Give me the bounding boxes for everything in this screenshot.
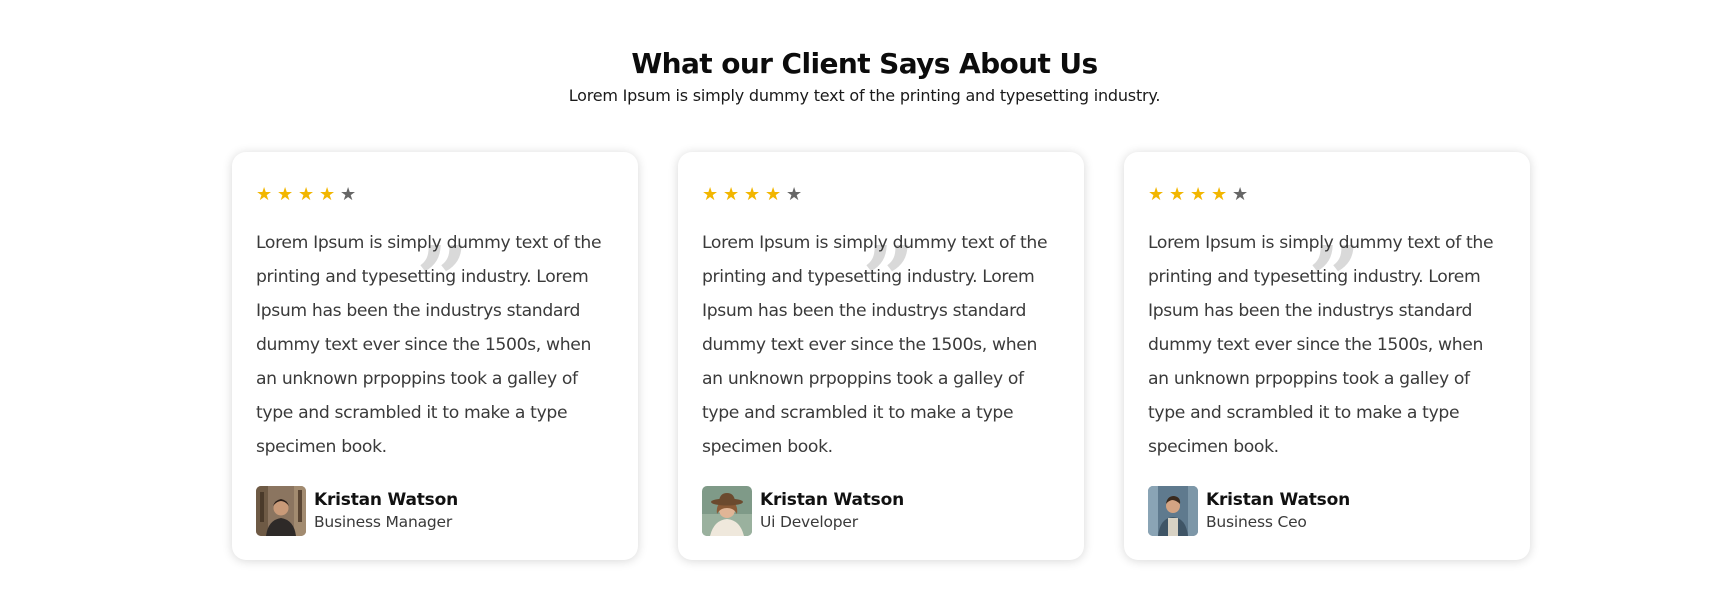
star-icon: ★ [256, 184, 273, 205]
avatar [702, 486, 752, 536]
star-icon: ★ [1190, 184, 1207, 205]
star-rating: ★ ★ ★ ★ ★ [1148, 186, 1508, 204]
star-icon: ★ [1232, 184, 1249, 205]
author: Kristan Watson Business Manager [256, 486, 458, 536]
star-rating: ★ ★ ★ ★ ★ [256, 186, 616, 204]
testimonial-list: ★ ★ ★ ★ ★ ” Lorem Ipsum is simply dummy text… [232, 152, 1530, 560]
testimonial-card: ★ ★ ★ ★ ★ ” Lorem Ipsum is simply dummy text… [678, 152, 1084, 560]
star-icon: ★ [298, 184, 315, 205]
star-icon: ★ [319, 184, 336, 205]
author: Kristan Watson Business Ceo [1148, 486, 1350, 536]
testimonial-card: ★ ★ ★ ★ ★ ” Lorem Ipsum is simply dummy text… [232, 152, 638, 560]
author-name: Kristan Watson [760, 490, 904, 510]
author-role: Business Manager [314, 513, 453, 531]
star-icon: ★ [1169, 184, 1186, 205]
star-icon: ★ [340, 184, 357, 205]
author-name: Kristan Watson [1206, 490, 1350, 510]
section-header: What our Client Says About Us Lorem Ipsu… [0, 44, 1729, 108]
section-title: What our Client Says About Us [631, 47, 1098, 80]
author-role: Ui Developer [760, 513, 858, 531]
star-icon: ★ [277, 184, 294, 205]
section-subtitle: Lorem Ipsum is simply dummy text of the … [568, 86, 1161, 105]
star-icon: ★ [765, 184, 782, 205]
review: ” Lorem Ipsum is simply dummy text of th… [702, 226, 1062, 464]
review-text: Lorem Ipsum is simply dummy text of the … [702, 233, 1048, 457]
star-icon: ★ [702, 184, 719, 205]
star-icon: ★ [1148, 184, 1165, 205]
author-role: Business Ceo [1206, 513, 1307, 531]
star-icon: ★ [744, 184, 761, 205]
author-name: Kristan Watson [314, 490, 458, 510]
review: ” Lorem Ipsum is simply dummy text of th… [1148, 226, 1508, 464]
avatar [1148, 486, 1198, 536]
author-info: Kristan Watson Business Ceo [1206, 489, 1350, 533]
star-rating: ★ ★ ★ ★ ★ [702, 186, 1062, 204]
author-info: Kristan Watson Business Manager [314, 489, 458, 533]
star-icon: ★ [1211, 184, 1228, 205]
review: ” Lorem Ipsum is simply dummy text of th… [256, 226, 616, 464]
testimonial-card: ★ ★ ★ ★ ★ ” Lorem Ipsum is simply dummy text… [1124, 152, 1530, 560]
author: Kristan Watson Ui Developer [702, 486, 904, 536]
avatar [256, 486, 306, 536]
review-text: Lorem Ipsum is simply dummy text of the … [1148, 233, 1494, 457]
review-text: Lorem Ipsum is simply dummy text of the … [256, 233, 602, 457]
author-info: Kristan Watson Ui Developer [760, 489, 904, 533]
star-icon: ★ [723, 184, 740, 205]
star-icon: ★ [786, 184, 803, 205]
